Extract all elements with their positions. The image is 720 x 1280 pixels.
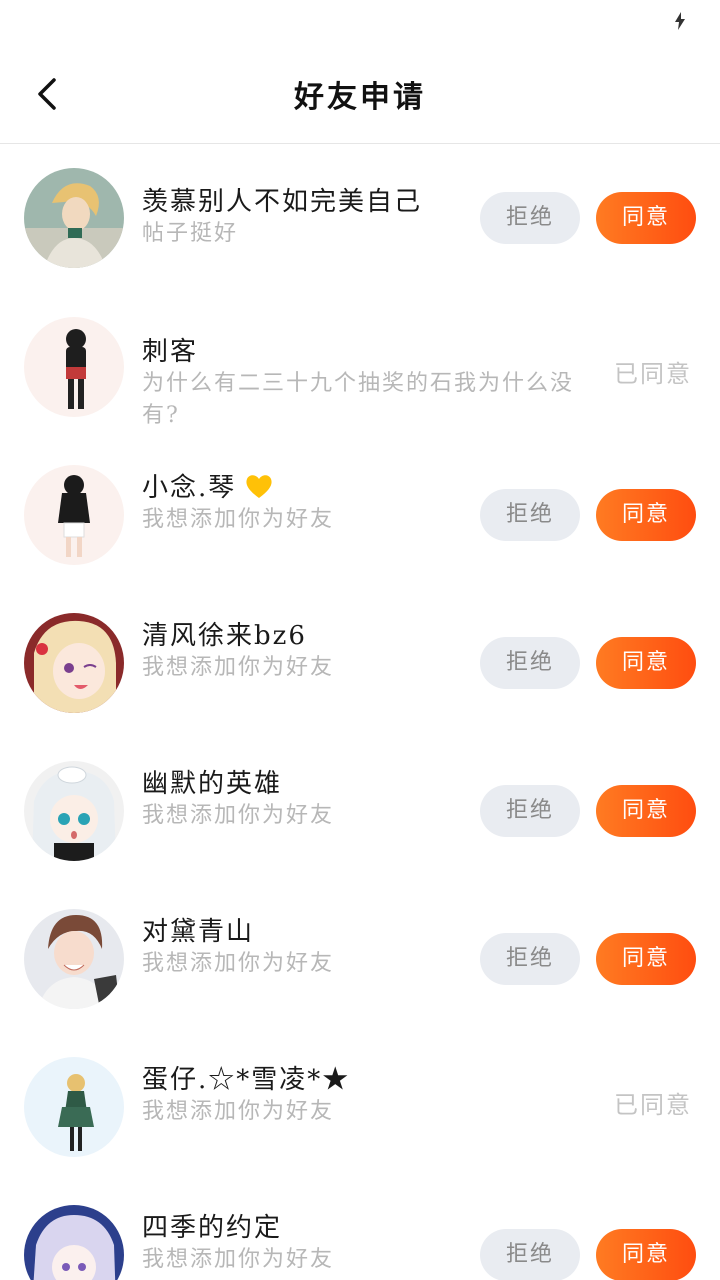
accepted-status: 已同意 <box>614 1091 692 1119</box>
avatar[interactable] <box>24 909 124 1009</box>
request-name: 清风徐来bz6 <box>142 621 307 651</box>
heart-icon <box>246 474 272 498</box>
accept-button[interactable]: 同意 <box>596 785 696 837</box>
avatar[interactable] <box>24 168 124 268</box>
avatar-image <box>24 909 124 1009</box>
avatar-image <box>24 761 124 861</box>
list-item: 四季的约定 我想添加你为好友 拒绝 同意 <box>0 1183 720 1280</box>
accept-button[interactable]: 同意 <box>596 1229 696 1280</box>
list-item: 蛋仔.☆*雪凌*★ 我想添加你为好友 已同意 <box>0 1035 720 1183</box>
list-item: 羡慕别人不如完美自己 帖子挺好 拒绝 同意 <box>0 145 720 295</box>
list-item: 幽默的英雄 我想添加你为好友 拒绝 同意 <box>0 739 720 887</box>
avatar[interactable] <box>24 465 124 565</box>
accept-button[interactable]: 同意 <box>596 933 696 985</box>
avatar[interactable] <box>24 317 124 417</box>
request-message: 帖子挺好 <box>142 221 239 246</box>
reject-button[interactable]: 拒绝 <box>480 489 580 541</box>
request-message: 为什么有二三十九个抽奖的石我为什么没有? <box>142 371 575 428</box>
request-message: 我想添加你为好友 <box>142 1247 335 1272</box>
accept-button[interactable]: 同意 <box>596 489 696 541</box>
reject-button[interactable]: 拒绝 <box>480 637 580 689</box>
accepted-status: 已同意 <box>614 360 692 388</box>
avatar-image <box>24 168 124 268</box>
request-message: 我想添加你为好友 <box>142 655 335 680</box>
reject-button[interactable]: 拒绝 <box>480 192 580 244</box>
request-name: 幽默的英雄 <box>142 769 283 799</box>
avatar[interactable] <box>24 613 124 713</box>
reject-button[interactable]: 拒绝 <box>480 1229 580 1280</box>
request-message: 我想添加你为好友 <box>142 951 335 976</box>
list-item: 对黛青山 我想添加你为好友 拒绝 同意 <box>0 887 720 1035</box>
request-name: 对黛青山 <box>142 917 255 947</box>
avatar-image <box>24 465 124 565</box>
request-name: 蛋仔.☆*雪凌*★ <box>142 1065 351 1095</box>
list-item: 清风徐来bz6 我想添加你为好友 拒绝 同意 <box>0 591 720 739</box>
reject-button[interactable]: 拒绝 <box>480 785 580 837</box>
charging-icon <box>675 12 685 30</box>
avatar[interactable] <box>24 761 124 861</box>
reject-button[interactable]: 拒绝 <box>480 933 580 985</box>
nav-bar: 好友申请 <box>0 44 720 144</box>
request-message: 我想添加你为好友 <box>142 1099 335 1124</box>
request-message: 我想添加你为好友 <box>142 507 335 532</box>
page-title: 好友申请 <box>294 80 426 115</box>
request-name: 四季的约定 <box>142 1213 283 1243</box>
request-name: 羡慕别人不如完美自己 <box>142 187 423 217</box>
avatar[interactable] <box>24 1057 124 1157</box>
avatar-image <box>24 613 124 713</box>
list-item: 刺客 为什么有二三十九个抽奖的石我为什么没有? 已同意 <box>0 295 720 443</box>
list-item: 小念.琴 我想添加你为好友 拒绝 同意 <box>0 443 720 591</box>
accept-button[interactable]: 同意 <box>596 637 696 689</box>
status-bar <box>0 0 720 44</box>
avatar-image <box>24 1057 124 1157</box>
friend-request-list: 羡慕别人不如完美自己 帖子挺好 拒绝 同意 刺客 为什么有二三十九个抽奖的石我为… <box>0 145 720 1280</box>
accept-button[interactable]: 同意 <box>596 192 696 244</box>
avatar[interactable] <box>24 1205 124 1280</box>
request-name: 小念.琴 <box>142 467 334 504</box>
request-name: 刺客 <box>142 337 199 367</box>
request-message: 我想添加你为好友 <box>142 803 335 828</box>
avatar-image <box>24 1205 124 1280</box>
avatar-image <box>24 317 124 417</box>
